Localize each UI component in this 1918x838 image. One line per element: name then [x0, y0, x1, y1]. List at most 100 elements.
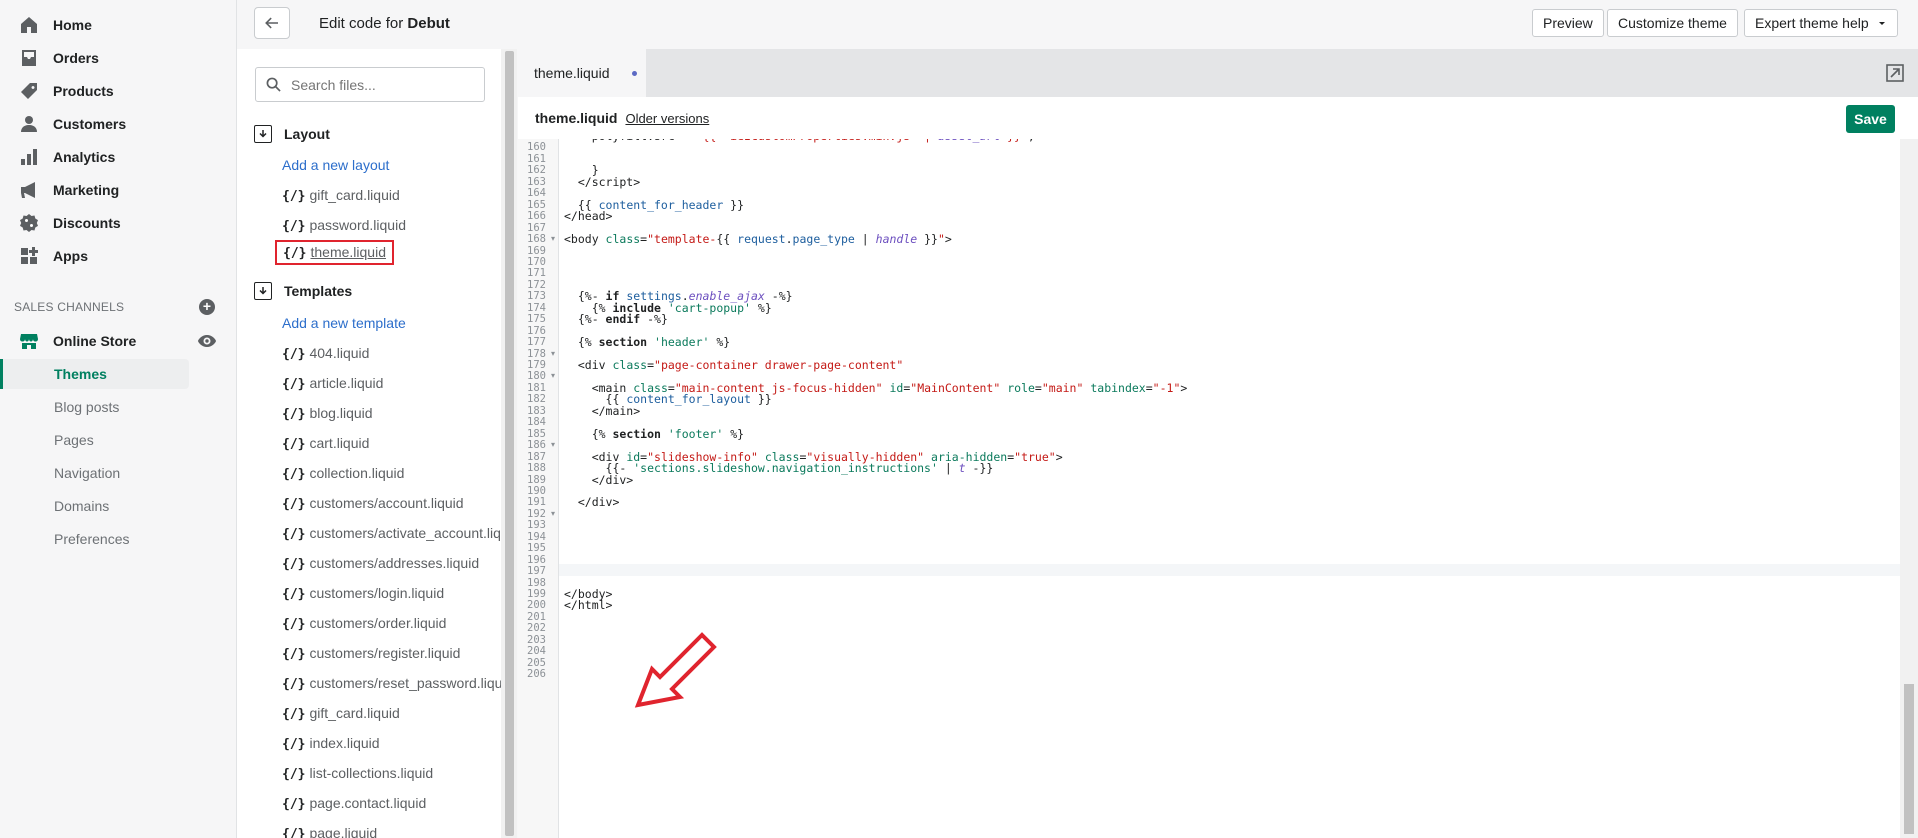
file-item-template[interactable]: {/} 404.liquid [282, 345, 369, 362]
file-item-template[interactable]: {/} article.liquid [282, 375, 383, 392]
code-line: </html> [564, 598, 613, 613]
file-item-template[interactable]: {/} collection.liquid [282, 465, 404, 482]
liquid-file-icon: {/} [282, 797, 306, 812]
customize-theme-button-label: Customize theme [1618, 15, 1727, 31]
nav-item-discounts[interactable]: Discounts [0, 206, 237, 239]
file-item-template[interactable]: {/} list-collections.liquid [282, 765, 433, 782]
file-item-template[interactable]: {/} gift_card.liquid [282, 705, 400, 722]
sub-item-domains[interactable]: Domains [0, 491, 189, 521]
nav-item-label: Products [53, 82, 114, 99]
bar-chart-icon [18, 146, 40, 168]
save-button[interactable]: Save [1846, 105, 1895, 133]
code-line: {% section 'header' %} [564, 335, 731, 350]
nav-item-label: Analytics [53, 148, 116, 165]
add-template-link[interactable]: Add a new template [282, 315, 406, 331]
sub-item-pages[interactable]: Pages [0, 425, 189, 455]
file-item-template[interactable]: {/} customers/register.liquid [282, 645, 460, 662]
file-name: page.liquid [309, 825, 378, 838]
code-line: </div> [564, 472, 634, 487]
scrollbar-thumb[interactable] [1904, 684, 1914, 834]
editor-tab[interactable]: theme.liquid [518, 49, 646, 97]
templates-section-heading[interactable]: Templates [254, 282, 352, 300]
file-name: cart.liquid [309, 435, 370, 451]
code-area[interactable]: 159160161162163164165166167168▾169170171… [518, 139, 1900, 838]
file-item-template[interactable]: {/} customers/activate_account.liquid [282, 525, 501, 542]
file-browser-scrollbar[interactable] [501, 49, 517, 838]
customize-theme-button[interactable]: Customize theme [1607, 9, 1738, 37]
search-icon [266, 77, 281, 92]
nav-item-label: Marketing [53, 181, 120, 198]
liquid-file-icon: {/} [282, 497, 306, 512]
nav-item-analytics[interactable]: Analytics [0, 140, 237, 173]
file-name: 404.liquid [309, 345, 370, 361]
fold-caret-icon[interactable]: ▾ [551, 371, 555, 380]
scrollbar-thumb[interactable] [505, 51, 514, 836]
file-item-theme[interactable]: {/} theme.liquid [275, 240, 394, 265]
file-item-template[interactable]: {/} customers/reset_password.liquid [282, 675, 501, 692]
fullscreen-icon[interactable] [1885, 63, 1905, 83]
sub-item-blog-posts[interactable]: Blog posts [0, 392, 189, 422]
arrow-left-icon [265, 17, 278, 29]
sub-item-preferences[interactable]: Preferences [0, 524, 189, 554]
fold-caret-icon[interactable]: ▾ [551, 234, 555, 243]
liquid-file-icon: {/} [282, 707, 306, 722]
file-item-gift-card-layout[interactable]: {/} gift_card.liquid [282, 187, 400, 204]
layout-section-heading[interactable]: Layout [254, 125, 330, 143]
fold-caret-icon[interactable]: ▾ [551, 509, 555, 518]
sales-channels-heading: SALES CHANNELS [14, 300, 125, 314]
code-line: {% section 'footer' %} [564, 426, 745, 441]
file-item-template[interactable]: {/} page.liquid [282, 825, 377, 838]
code-line: {%- endif -%} [564, 312, 668, 327]
file-item-template[interactable]: {/} index.liquid [282, 735, 380, 752]
liquid-file-icon: {/} [282, 767, 306, 782]
apps-icon [18, 245, 40, 267]
file-name: list-collections.liquid [309, 765, 434, 781]
code-line: </div> [564, 495, 620, 510]
nav-item-marketing[interactable]: Marketing [0, 173, 237, 206]
file-item-template[interactable]: {/} cart.liquid [282, 435, 369, 452]
tag-icon [18, 80, 40, 102]
add-layout-link[interactable]: Add a new layout [282, 157, 389, 173]
file-name: customers/login.liquid [309, 585, 445, 601]
editor-tab-strip: theme.liquid [518, 49, 1918, 97]
add-sales-channel-button[interactable]: + [199, 299, 215, 315]
file-item-template[interactable]: {/} customers/login.liquid [282, 585, 444, 602]
code-line: <body class="template-{{ request.page_ty… [564, 232, 952, 247]
file-item-template[interactable]: {/} customers/order.liquid [282, 615, 446, 632]
search-files-box[interactable] [255, 67, 485, 102]
liquid-file-icon: {/} [282, 617, 306, 632]
liquid-file-icon: {/} [282, 677, 306, 692]
search-files-input[interactable] [291, 76, 471, 93]
file-item-password[interactable]: {/} password.liquid [282, 217, 406, 234]
file-browser: Layout Add a new layout {/}gift_card.liq… [237, 49, 501, 838]
editor-scrollbar[interactable] [1900, 139, 1918, 838]
sub-item-navigation[interactable]: Navigation [0, 458, 189, 488]
file-name: customers/register.liquid [309, 645, 461, 661]
nav-item-apps[interactable]: Apps [0, 239, 237, 272]
eye-icon[interactable] [197, 331, 217, 351]
nav-item-home[interactable]: Home [0, 8, 237, 41]
code-editor-panel: theme.liquid theme.liquid Older versions… [518, 49, 1918, 838]
liquid-file-icon: {/} [282, 347, 306, 362]
fold-caret-icon[interactable]: ▾ [551, 349, 555, 358]
save-button-label: Save [1854, 111, 1887, 127]
file-name: customers/order.liquid [309, 615, 447, 631]
nav-item-products[interactable]: Products [0, 74, 237, 107]
store-icon [18, 330, 40, 352]
fold-caret-icon[interactable]: ▾ [551, 440, 555, 449]
liquid-file-icon: {/} [282, 219, 306, 234]
file-item-template[interactable]: {/} page.contact.liquid [282, 795, 426, 812]
nav-item-orders[interactable]: Orders [0, 41, 237, 74]
preview-button[interactable]: Preview [1532, 9, 1604, 37]
file-item-template[interactable]: {/} customers/account.liquid [282, 495, 464, 512]
expert-theme-help-button[interactable]: Expert theme help [1744, 9, 1898, 37]
megaphone-icon [18, 179, 40, 201]
older-versions-link[interactable]: Older versions [625, 111, 709, 126]
nav-item-label: Apps [53, 247, 88, 264]
editor-tab-label: theme.liquid [534, 65, 610, 81]
file-item-template[interactable]: {/} customers/addresses.liquid [282, 555, 479, 572]
file-item-template[interactable]: {/} blog.liquid [282, 405, 373, 422]
sub-item-themes[interactable]: Themes [0, 359, 189, 389]
nav-item-customers[interactable]: Customers [0, 107, 237, 140]
back-button[interactable] [254, 7, 290, 39]
